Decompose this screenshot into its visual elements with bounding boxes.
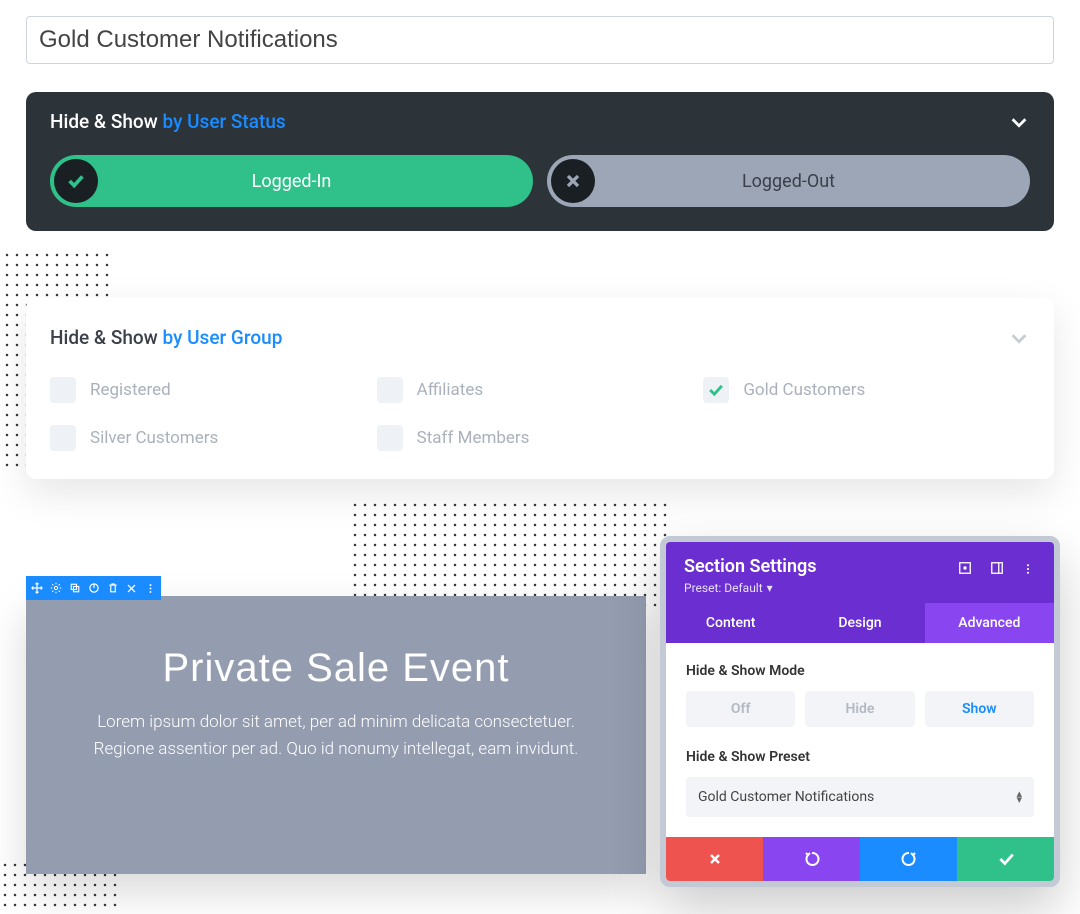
- tab-design[interactable]: Design: [795, 603, 924, 643]
- preset-select[interactable]: Gold Customer Notifications ▴▾: [686, 777, 1034, 817]
- logged-in-label: Logged-In: [50, 171, 533, 192]
- group-item-label: Affiliates: [417, 380, 483, 400]
- status-panel-title: Hide & Show by User Status: [50, 110, 286, 133]
- mode-hide-button[interactable]: Hide: [805, 691, 914, 727]
- preset-label: Preset: Default: [684, 581, 763, 595]
- save-button[interactable]: [957, 837, 1054, 881]
- status-title-accent: by User Status: [163, 110, 286, 133]
- mode-field-label: Hide & Show Mode: [686, 663, 1034, 679]
- group-item[interactable]: Silver Customers: [50, 425, 377, 451]
- connector-arrow: [510, 262, 566, 298]
- undo-button[interactable]: [763, 837, 860, 881]
- gear-icon[interactable]: [49, 582, 62, 595]
- user-status-panel: Hide & Show by User Status Logged-In Log…: [26, 92, 1054, 231]
- section-settings-modal: Section Settings Preset: Default ▾ Conte…: [660, 536, 1060, 887]
- status-title-prefix: Hide & Show: [50, 110, 163, 133]
- preset-select-value: Gold Customer Notifications: [698, 789, 874, 805]
- modal-footer: [666, 837, 1054, 881]
- mode-show-button[interactable]: Show: [925, 691, 1034, 727]
- preset-field-label: Hide & Show Preset: [686, 749, 1034, 765]
- group-item[interactable]: Gold Customers: [703, 377, 1030, 403]
- logged-out-pill[interactable]: Logged-Out: [547, 155, 1030, 207]
- group-item-label: Gold Customers: [743, 380, 865, 400]
- logged-out-label: Logged-Out: [547, 171, 1030, 192]
- group-title-prefix: Hide & Show: [50, 326, 163, 349]
- group-item-label: Registered: [90, 380, 171, 400]
- group-panel-title: Hide & Show by User Group: [50, 326, 282, 349]
- group-title-accent: by User Group: [163, 326, 283, 349]
- checkbox[interactable]: [377, 377, 403, 403]
- group-item-label: Silver Customers: [90, 428, 218, 448]
- chevron-down-icon[interactable]: [1008, 111, 1030, 133]
- cancel-button[interactable]: [666, 837, 763, 881]
- preset-title-input[interactable]: [26, 16, 1054, 64]
- redo-button[interactable]: [860, 837, 957, 881]
- logged-in-pill[interactable]: Logged-In: [50, 155, 533, 207]
- caret-down-icon: ▾: [767, 581, 773, 595]
- close-icon[interactable]: [125, 582, 138, 595]
- hero-heading: Private Sale Event: [66, 646, 606, 691]
- checkbox[interactable]: [50, 377, 76, 403]
- move-icon[interactable]: [30, 582, 43, 595]
- user-group-panel: Hide & Show by User Group Registered Affi…: [26, 298, 1054, 479]
- decorative-dots: [350, 500, 670, 610]
- hero-body: Lorem ipsum dolor sit amet, per ad minim…: [66, 709, 606, 763]
- preset-dropdown[interactable]: Preset: Default ▾: [684, 581, 1036, 595]
- module-toolbar: [26, 576, 161, 600]
- duplicate-icon[interactable]: [68, 582, 81, 595]
- more-icon[interactable]: [1022, 560, 1036, 574]
- select-arrows-icon: ▴▾: [1016, 791, 1022, 803]
- checkbox[interactable]: [703, 377, 729, 403]
- chevron-down-icon[interactable]: [1008, 327, 1030, 349]
- checkbox[interactable]: [377, 425, 403, 451]
- modal-title: Section Settings: [684, 556, 817, 577]
- modal-header: Section Settings Preset: Default ▾: [666, 542, 1054, 603]
- group-item[interactable]: Staff Members: [377, 425, 704, 451]
- group-item-label: Staff Members: [417, 428, 530, 448]
- tab-advanced[interactable]: Advanced: [925, 603, 1054, 643]
- mode-off-button[interactable]: Off: [686, 691, 795, 727]
- panel-icon[interactable]: [990, 560, 1004, 574]
- hero-section: Private Sale Event Lorem ipsum dolor sit…: [26, 596, 646, 874]
- modal-tabs: Content Design Advanced: [666, 603, 1054, 643]
- group-item[interactable]: Registered: [50, 377, 377, 403]
- more-icon[interactable]: [144, 582, 157, 595]
- expand-icon[interactable]: [958, 560, 972, 574]
- trash-icon[interactable]: [106, 582, 119, 595]
- checkbox[interactable]: [50, 425, 76, 451]
- tab-content[interactable]: Content: [666, 603, 795, 643]
- group-item[interactable]: Affiliates: [377, 377, 704, 403]
- power-icon[interactable]: [87, 582, 100, 595]
